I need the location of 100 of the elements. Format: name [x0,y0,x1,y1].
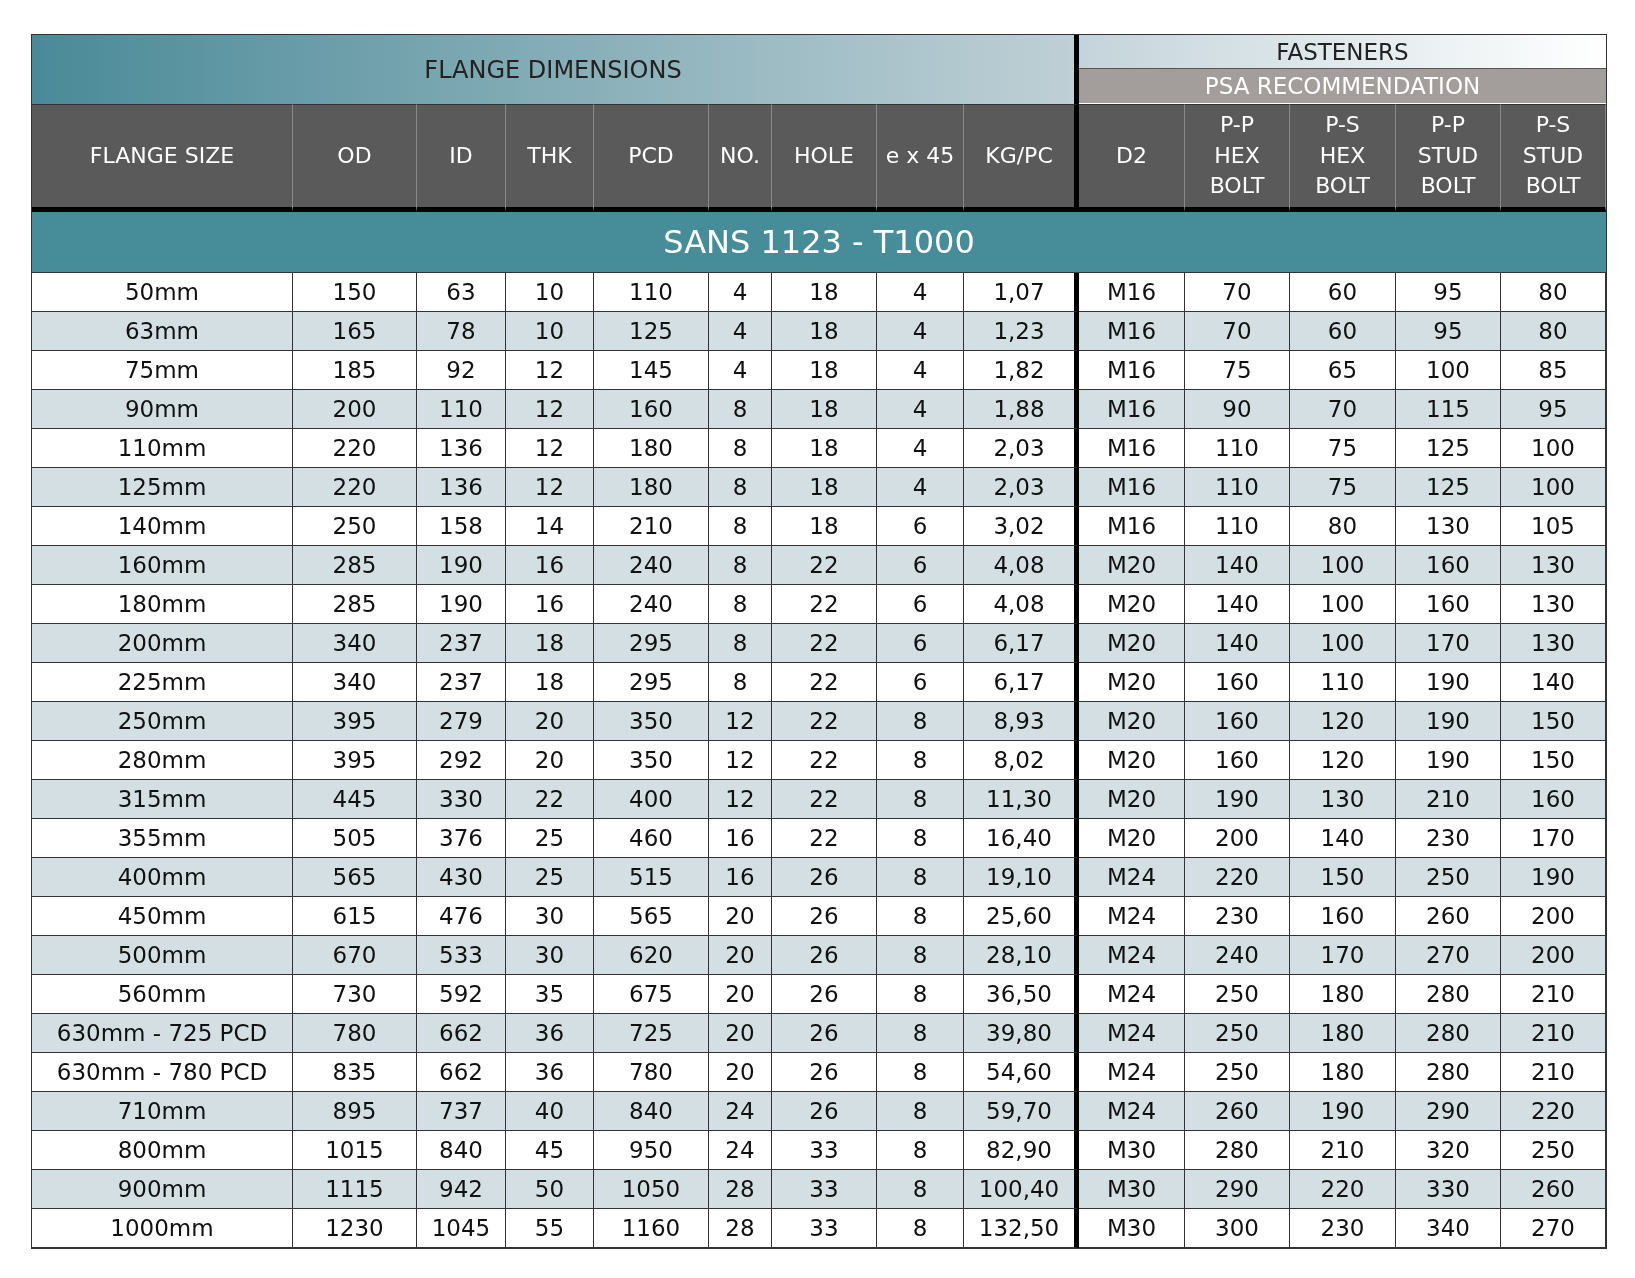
table-cell: 12 [709,780,772,819]
table-cell: 942 [417,1170,506,1209]
table-cell: 240 [594,546,709,585]
table-cell: 190 [417,546,506,585]
table-cell: 840 [594,1092,709,1131]
table-cell: 22 [772,546,877,585]
table-cell: 8 [709,624,772,663]
table-cell: 140 [1185,546,1290,585]
table-cell: 300 [1185,1209,1290,1248]
table-cell: 900mm [32,1170,293,1209]
table-cell: 59,70 [964,1092,1079,1131]
table-cell: 26 [772,1092,877,1131]
table-cell: 130 [1501,624,1606,663]
table-cell: 39,80 [964,1014,1079,1053]
table-cell: 170 [1396,624,1501,663]
table-cell: 280 [1396,1014,1501,1053]
table-cell: 6,17 [964,624,1079,663]
table-cell: 2,03 [964,468,1079,507]
table-cell: 250 [1185,1014,1290,1053]
table-cell: 200 [1501,936,1606,975]
table-cell: 18 [506,624,594,663]
table-cell: 1045 [417,1209,506,1248]
table-cell: M30 [1079,1209,1185,1248]
table-cell: 130 [1290,780,1396,819]
table-cell: 190 [1501,858,1606,897]
table-cell: 170 [1290,936,1396,975]
table-cell: 230 [1290,1209,1396,1248]
table-cell: 30 [506,936,594,975]
table-cell: 1160 [594,1209,709,1248]
table-cell: 315mm [32,780,293,819]
table-cell: 80 [1501,312,1606,351]
column-header: KG/PC [964,104,1079,212]
table-cell: 26 [772,858,877,897]
column-header: HOLE [772,104,877,212]
table-cell: 737 [417,1092,506,1131]
table-cell: 100 [1290,624,1396,663]
table-cell: 20 [506,702,594,741]
table-cell: 630mm - 725 PCD [32,1014,293,1053]
table-cell: 90 [1185,390,1290,429]
table-cell: 240 [1185,936,1290,975]
table-cell: 22 [772,624,877,663]
table-cell: 4 [877,468,964,507]
table-cell: 78 [417,312,506,351]
table-cell: 6 [877,624,964,663]
table-cell: 70 [1290,390,1396,429]
table-cell: 22 [772,780,877,819]
table-cell: 12 [506,390,594,429]
table-cell: 725 [594,1014,709,1053]
table-cell: 22 [506,780,594,819]
table-cell: 620 [594,936,709,975]
table-cell: 60 [1290,312,1396,351]
table-cell: 140 [1185,624,1290,663]
table-cell: 295 [594,624,709,663]
table-cell: 18 [772,390,877,429]
table-cell: 95 [1396,312,1501,351]
table-cell: 63mm [32,312,293,351]
table-cell: 120 [1290,702,1396,741]
table-cell: 180 [594,468,709,507]
table-cell: M20 [1079,546,1185,585]
table-cell: 4,08 [964,546,1079,585]
group-subheader: PSA RECOMMENDATION [1079,68,1606,103]
table-cell: 160 [1185,702,1290,741]
table-cell: 95 [1501,390,1606,429]
table-cell: 136 [417,468,506,507]
table-cell: 565 [293,858,417,897]
table-cell: 8 [877,1170,964,1209]
table-cell: 220 [1185,858,1290,897]
table-cell: 150 [1290,858,1396,897]
table-cell: 16 [709,858,772,897]
table-cell: 110 [417,390,506,429]
table-cell: 190 [1290,1092,1396,1131]
table-cell: 500mm [32,936,293,975]
table-cell: 270 [1501,1209,1606,1248]
column-header: P-P STUD BOLT [1396,104,1501,212]
table-cell: 26 [772,1014,877,1053]
column-header: OD [293,104,417,212]
table-cell: 33 [772,1209,877,1248]
table-cell: 220 [1501,1092,1606,1131]
table-cell: 50 [506,1170,594,1209]
table-cell: 670 [293,936,417,975]
table-cell: 130 [1501,546,1606,585]
table-cell: 20 [709,936,772,975]
table-cell: 36 [506,1014,594,1053]
table-cell: 4 [709,312,772,351]
table-cell: 4 [877,390,964,429]
table-cell: M16 [1079,390,1185,429]
table-cell: 132,50 [964,1209,1079,1248]
table-cell: M24 [1079,936,1185,975]
group-header: FLANGE DIMENSIONS [32,35,1079,104]
table-cell: 4 [877,312,964,351]
table-cell: 25 [506,858,594,897]
column-header: P-S HEX BOLT [1290,104,1396,212]
table-cell: 8 [877,1014,964,1053]
table-cell: 290 [1396,1092,1501,1131]
table-cell: 330 [1396,1170,1501,1209]
table-cell: 250mm [32,702,293,741]
table-cell: 8 [709,468,772,507]
table-cell: 8 [877,702,964,741]
table-cell: 55 [506,1209,594,1248]
table-cell: 330 [417,780,506,819]
